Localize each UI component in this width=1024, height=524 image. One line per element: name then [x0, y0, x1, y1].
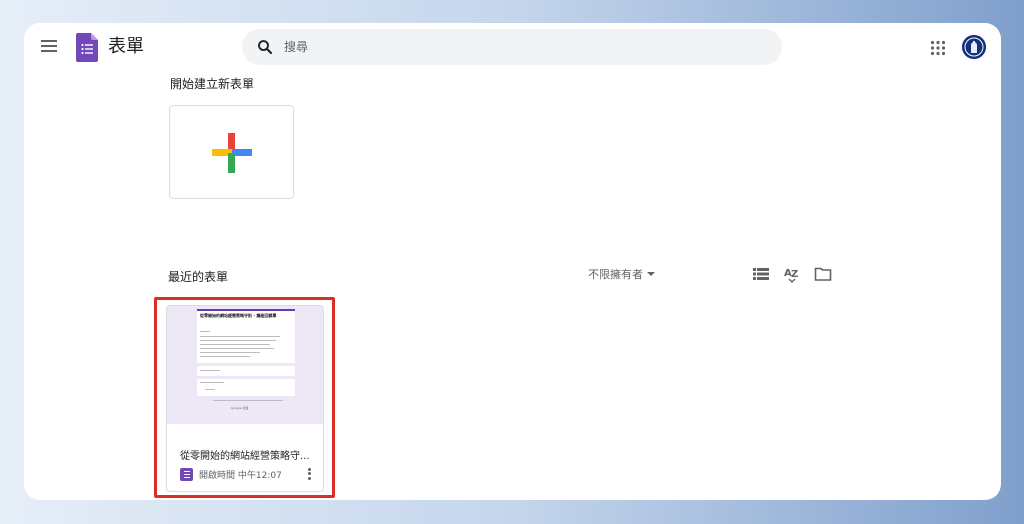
start-new-form-label: 開始建立新表單 [170, 77, 255, 91]
search-bar[interactable] [242, 29, 782, 65]
owner-filter-dropdown[interactable]: 不限擁有者 [588, 266, 655, 282]
svg-text:Z: Z [791, 269, 798, 280]
search-input[interactable] [284, 37, 744, 57]
folder-icon[interactable] [814, 265, 832, 283]
sort-az-icon[interactable]: A Z [783, 265, 801, 283]
highlight-box [154, 297, 335, 498]
app-window: 表單 開始建立新表單 最近的表單 不限擁有者 [24, 23, 1001, 500]
owner-filter-label: 不限擁有者 [588, 268, 643, 281]
recent-forms-label: 最近的表單 [168, 270, 229, 284]
list-view-icon[interactable] [752, 265, 770, 283]
blank-form-card[interactable] [169, 105, 294, 199]
avatar[interactable] [962, 35, 986, 59]
caret-down-icon [647, 272, 655, 276]
apps-grid-icon[interactable] [930, 40, 946, 56]
plus-icon [212, 133, 252, 173]
search-icon[interactable] [256, 38, 274, 56]
menu-icon[interactable] [41, 37, 59, 55]
forms-logo-icon[interactable] [76, 33, 98, 62]
app-title[interactable]: 表單 [108, 34, 144, 60]
